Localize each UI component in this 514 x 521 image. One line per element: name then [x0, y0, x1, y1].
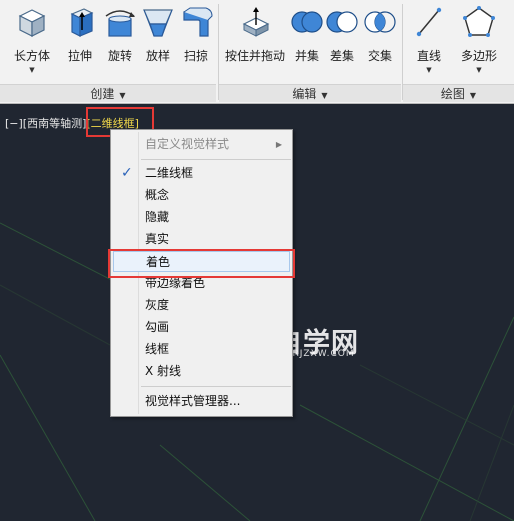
panel-title-create[interactable]: 创建 ▼ — [0, 84, 216, 102]
union-button[interactable]: 并集 — [287, 4, 327, 84]
panel-title-draw[interactable]: 绘图 ▼ — [403, 84, 514, 102]
extrude-label: 拉伸 — [67, 49, 92, 63]
menu-item-shades-of-gray[interactable]: 灰度 — [113, 295, 290, 316]
menu-item-x-ray[interactable]: X 射线 — [113, 361, 290, 382]
view-controls-text[interactable]: [−][西南等轴测] — [5, 117, 86, 130]
subtract-icon — [326, 11, 358, 33]
chevron-down-icon[interactable]: ▼ — [459, 66, 499, 74]
highlight-box-shaded — [108, 249, 295, 278]
loft-button[interactable]: 放样 — [138, 4, 178, 84]
chevron-down-icon: ▼ — [469, 91, 477, 100]
loft-icon — [143, 9, 173, 37]
menu-item-conceptual[interactable]: 概念 — [113, 185, 290, 206]
panel-draw: 直线 ▼ 多边形 ▼ 绘图 ▼ — [403, 0, 514, 104]
chevron-down-icon[interactable]: ▼ — [409, 66, 449, 74]
presspull-label: 按住并拖动 — [225, 49, 286, 63]
submenu-arrow-icon: ▶ — [275, 140, 282, 149]
box-label: 长方体 — [13, 49, 50, 63]
box-icon — [18, 9, 46, 37]
line-button[interactable]: 直线 ▼ — [409, 4, 449, 84]
box-button[interactable]: 长方体 ▼ — [12, 4, 52, 84]
union-label: 并集 — [294, 49, 319, 63]
extrude-button[interactable]: 拉伸 — [60, 4, 100, 84]
sweep-label: 扫掠 — [183, 49, 208, 63]
sweep-icon — [183, 7, 213, 37]
menu-item-realistic[interactable]: 真实 — [113, 229, 290, 250]
panel-create: 长方体 ▼ 拉伸 旋转 放样 扫掠 创建 ▼ — [0, 0, 218, 104]
revolve-button[interactable]: 旋转 — [100, 4, 140, 84]
chevron-down-icon: ▼ — [321, 91, 328, 100]
polygon-label: 多边形 — [460, 49, 497, 63]
intersect-label: 交集 — [367, 49, 392, 63]
menu-item-wireframe[interactable]: 线框 — [113, 339, 290, 360]
presspull-icon — [242, 7, 270, 37]
subtract-label: 差集 — [329, 49, 354, 63]
union-icon — [291, 11, 323, 33]
menu-item-hidden[interactable]: 隐藏 — [113, 207, 290, 228]
presspull-button[interactable]: 按住并拖动 — [225, 4, 285, 84]
sweep-button[interactable]: 扫掠 — [176, 4, 216, 84]
chevron-down-icon: ▼ — [119, 91, 126, 100]
menu-item-sketchy[interactable]: 勾画 — [113, 317, 290, 338]
chevron-down-icon[interactable]: ▼ — [12, 66, 52, 74]
polygon-icon — [463, 6, 495, 37]
revolve-icon — [105, 10, 135, 37]
intersect-button[interactable]: 交集 — [360, 4, 400, 84]
menu-item-visual-styles-manager[interactable]: 视觉样式管理器... — [113, 391, 290, 412]
line-label: 直线 — [416, 49, 441, 63]
extrude-icon — [70, 8, 94, 37]
menu-item-2d-wireframe[interactable]: ✓ 二维线框 — [113, 163, 290, 184]
menu-item-custom-visual-styles[interactable]: 自定义视觉样式 ▶ — [113, 134, 290, 155]
intersect-icon — [364, 11, 396, 33]
loft-label: 放样 — [145, 49, 170, 63]
checkmark-icon: ✓ — [121, 165, 133, 181]
panel-title-modify[interactable]: 编辑 ▼ — [219, 84, 401, 102]
panel-modify: 按住并拖动 并集 差集 交集 编辑 ▼ — [219, 0, 402, 104]
subtract-button[interactable]: 差集 — [322, 4, 362, 84]
line-icon — [416, 7, 442, 37]
polygon-button[interactable]: 多边形 ▼ — [459, 4, 499, 84]
revolve-label: 旋转 — [107, 49, 132, 63]
ribbon: 长方体 ▼ 拉伸 旋转 放样 扫掠 创建 ▼ 按住并拖动 并集 差集 交集 编辑… — [0, 0, 514, 104]
